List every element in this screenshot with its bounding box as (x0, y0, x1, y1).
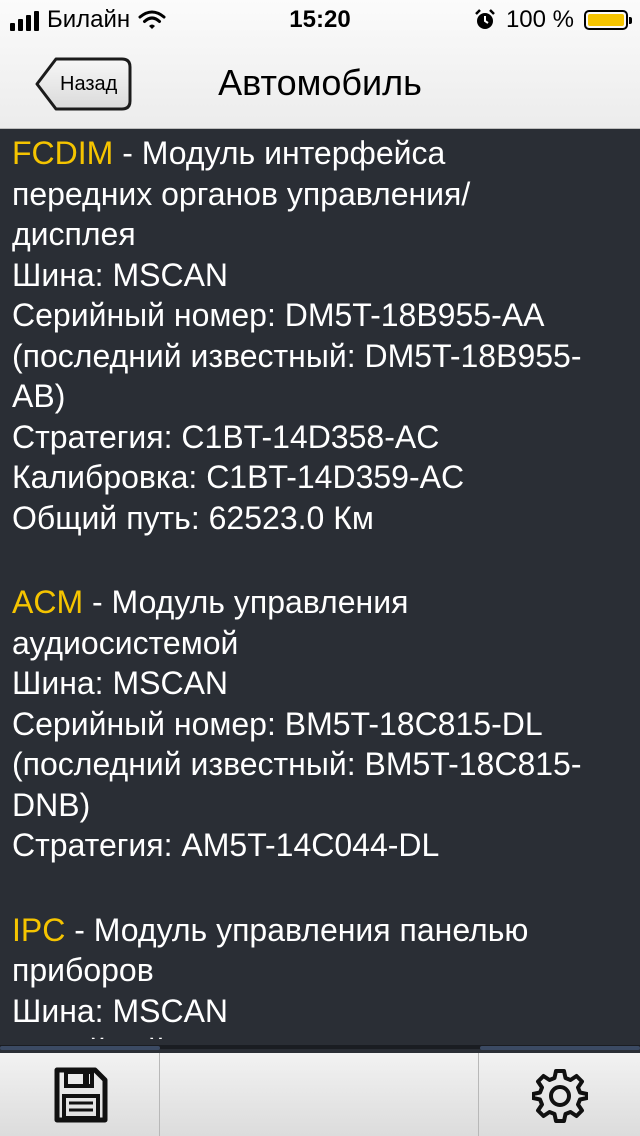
module-serial: Серийный номер: DM5T-18B955-AA (12, 297, 545, 333)
module-description: - Модуль управления (83, 584, 409, 620)
module-code: IPC (12, 911, 66, 948)
battery-percent: 100 % (505, 6, 574, 33)
module-description: - Модуль интерфейса (113, 135, 446, 171)
module-line: (последний известный: DM5T-18B955- (12, 337, 582, 374)
module-line: передних органов управления/ (12, 175, 471, 212)
module-serial: Серийный номер: F1ET-10849-BJB (12, 1031, 628, 1039)
scroll-indicator (0, 1046, 160, 1050)
settings-button[interactable] (479, 1053, 640, 1136)
module-bus: Шина: MSCAN (12, 992, 229, 1029)
module-line: DNB) (12, 786, 91, 823)
module-item: ACM - Модуль управления аудиосистемой Ши… (0, 578, 640, 866)
module-bus: Шина: MSCAN (12, 256, 229, 293)
module-code: FCDIM (12, 135, 114, 171)
battery-icon (584, 10, 632, 30)
module-code: ACM (12, 584, 84, 620)
module-strategy: Стратегия: AM5T-14C044-DL (12, 827, 440, 863)
module-bus: Шина: MSCAN (12, 665, 229, 701)
navigation-bar: Назад Автомобиль (0, 40, 640, 128)
bottom-toolbar (0, 1053, 640, 1136)
app-screen: Билайн 15:20 100 % Назад Автомобиль FCDI… (0, 0, 640, 1136)
alarm-icon (475, 9, 495, 29)
status-bar: Билайн 15:20 100 % (0, 0, 640, 40)
save-button[interactable] (0, 1053, 160, 1136)
module-line: (последний известный: BM5T-18C815- (12, 746, 582, 782)
scroll-indicator (480, 1046, 640, 1050)
toolbar-spacer (160, 1053, 479, 1136)
floppy-disk-icon (54, 1067, 107, 1122)
module-line: аудиосистемой (12, 624, 239, 661)
battery-level (588, 14, 624, 26)
module-strategy: Стратегия: C1BT-14D358-AC (12, 418, 440, 455)
module-item: FCDIM - Модуль интерфейса передних орган… (0, 129, 640, 538)
module-serial: Серийный номер: BM5T-18C815-DL (12, 705, 543, 742)
module-line: приборов (12, 952, 154, 988)
module-calibration: Калибровка: C1BT-14D359-AC (12, 459, 465, 495)
scroll-divider (0, 1039, 640, 1053)
gear-icon (531, 1068, 588, 1123)
module-mileage: Общий путь: 62523.0 Км (12, 499, 374, 536)
module-list[interactable]: FCDIM - Модуль интерфейса передних орган… (0, 129, 640, 1039)
page-title: Автомобиль (218, 62, 422, 103)
module-description: - Модуль управления панелью (65, 911, 529, 948)
module-line: AB) (12, 378, 66, 414)
module-item: IPC - Модуль управления панелью приборов… (0, 906, 640, 1040)
module-line: дисплея (12, 216, 136, 252)
